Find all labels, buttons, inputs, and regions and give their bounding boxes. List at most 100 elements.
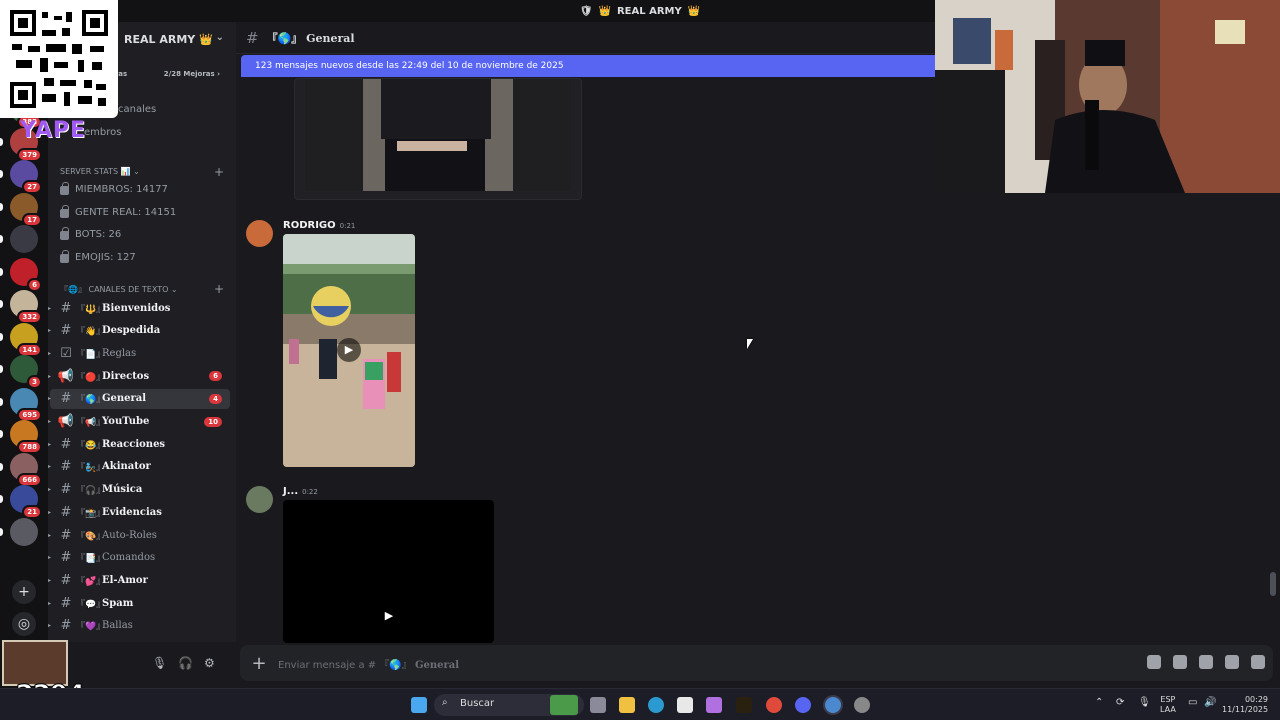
channel-item[interactable]: ▸ # 『🔱』 Bienvenidos [48, 298, 230, 318]
category-text-channels[interactable]: 『🌐』 CANALES DE TEXTO ⌄ + [60, 282, 224, 296]
server-icon[interactable]: 666 [0, 452, 42, 487]
channel-type-icon: # [60, 482, 72, 498]
play-icon[interactable]: ▶ [337, 338, 361, 362]
channel-item[interactable]: ▸ # 『😂』 Reacciones [48, 434, 230, 454]
avatar[interactable] [246, 486, 273, 513]
message-input[interactable]: Enviar mensaje a # 『🌎』 General [278, 656, 459, 671]
server-icon[interactable] [0, 517, 38, 546]
mic-tray-icon[interactable]: 🎙 [1138, 698, 1151, 708]
channel-prefix: 『💬』 [76, 599, 106, 610]
headphones-icon[interactable]: 🎧 [178, 656, 193, 670]
add-channel-icon[interactable]: + [214, 282, 224, 296]
previous-media-embed[interactable] [294, 78, 582, 200]
channel-name: Auto-Roles [102, 529, 157, 541]
discover-icon[interactable]: ◎ [12, 612, 36, 636]
server-icon[interactable]: 695 [0, 387, 42, 422]
server-icon[interactable]: 17 [0, 192, 42, 227]
avatar[interactable] [246, 220, 273, 247]
server-icon[interactable]: 788 [0, 420, 42, 454]
channel-prefix: 『📢』 [76, 418, 106, 428]
channel-item[interactable]: ▸ # 『💜』 Ballas [48, 616, 230, 636]
edge-icon[interactable] [648, 697, 664, 713]
channel-item[interactable]: ▸ # 『💬』 Spam [48, 593, 230, 613]
members-link[interactable]: embros [84, 127, 121, 138]
play-icon[interactable]: ▶ [377, 604, 401, 628]
message-composer[interactable]: + Enviar mensaje a # 『🌎』 General [240, 645, 1273, 681]
channel-item[interactable]: ▸ ☑ 『📄』 Reglas [48, 343, 230, 363]
mention-badge: 6 [27, 277, 42, 292]
emoji-icon[interactable] [1225, 655, 1239, 669]
channel-title: 『🌎』 General [266, 31, 355, 45]
stat-channel[interactable]: BOTS: 26 [60, 227, 121, 241]
channel-item[interactable]: ▸ # 『🧞』 Akinator [48, 457, 230, 477]
video-attachment[interactable]: ▶ [283, 500, 494, 643]
microphone-icon[interactable]: 🎙 [152, 656, 167, 670]
channel-item[interactable]: ▸ 📢 『📢』 YouTube 10 [48, 412, 230, 432]
channel-item[interactable]: ▸ # 『👋』 Despedida [48, 321, 230, 341]
add-attachment-icon[interactable]: + [240, 653, 278, 674]
channel-item[interactable]: ▸ # 『📸』 Evidencias [48, 502, 230, 522]
category-server-stats[interactable]: SERVER STATS 📊 ⌄ + [60, 165, 224, 179]
unread-indicator [0, 527, 3, 536]
volume-icon[interactable]: 🔊 [1204, 698, 1216, 708]
channel-prefix: 『🧞』 [76, 463, 106, 474]
copilot-icon[interactable] [706, 697, 722, 713]
add-server-icon[interactable]: + [12, 580, 36, 604]
add-channel-icon[interactable]: + [214, 165, 224, 179]
network-icon[interactable]: ▭ [1188, 698, 1197, 708]
gift-icon[interactable] [1147, 655, 1161, 669]
channel-prefix: 『💜』 [76, 622, 106, 633]
stat-label: GENTE REAL: 14151 [75, 206, 177, 218]
channel-item[interactable]: ▸ # 『🌎』 General 4 [48, 388, 230, 409]
chrome-profile-icon[interactable] [825, 697, 841, 713]
server-icon[interactable]: 141 [0, 322, 42, 357]
message-author[interactable]: J... [283, 486, 298, 497]
video-attachment[interactable]: ▶ [283, 234, 415, 467]
stat-channel[interactable]: GENTE REAL: 14151 [60, 204, 177, 218]
game-icon[interactable] [736, 697, 752, 713]
tray-chevron-icon[interactable]: ⌃ [1095, 698, 1103, 708]
channel-item[interactable]: ▸ # 『🎧』 Música [48, 480, 230, 500]
server-icon[interactable]: 21 [0, 485, 42, 519]
chrome-icon[interactable] [766, 697, 782, 713]
sticker-icon[interactable] [1199, 655, 1213, 669]
gif-icon[interactable] [1173, 655, 1187, 669]
server-icon[interactable]: 332 [0, 290, 42, 324]
window-title: REAL ARMY [616, 5, 682, 17]
new-messages-bar[interactable]: 123 mensajes nuevos desde las 22:49 del … [241, 55, 941, 77]
message-author[interactable]: RODRIGO [283, 220, 336, 231]
channel-item[interactable]: ▸ # 『🎨』 Auto-Roles [48, 525, 230, 545]
stat-channel[interactable]: EMOJIS: 127 [60, 250, 136, 264]
channel-item[interactable]: ▸ # 『💕』 El-Amor [48, 570, 230, 590]
obs-icon[interactable] [854, 697, 870, 713]
task-view-icon[interactable] [590, 697, 606, 713]
clock[interactable]: 00:29 11/11/2025 [1222, 695, 1268, 715]
channel-name: Reacciones [102, 438, 166, 450]
chevron-down-icon[interactable]: ⌄ [216, 32, 224, 43]
widget-icon[interactable] [550, 695, 578, 715]
apps-icon[interactable] [1251, 655, 1265, 669]
server-icon[interactable]: 6 [0, 257, 42, 292]
stat-channel[interactable]: MIEMBROS: 14177 [60, 182, 168, 195]
discord-icon[interactable] [795, 697, 811, 713]
channel-name: Evidencias [102, 506, 162, 518]
media-thumbnail[interactable] [305, 79, 571, 191]
unread-indicator [0, 137, 3, 146]
channel-item[interactable]: ▸ # 『📑』 Comandos [48, 548, 230, 568]
sync-icon[interactable]: ⟳ [1116, 698, 1124, 708]
store-icon[interactable] [677, 697, 693, 713]
channel-item[interactable]: ▸ 📢 『🔴』 Directos 6 [48, 366, 230, 386]
gear-icon[interactable]: ⚙ [204, 656, 215, 670]
windows-start-icon[interactable] [411, 697, 427, 713]
language-indicator[interactable]: ESP LAA [1160, 695, 1176, 715]
scrollbar[interactable] [1270, 572, 1276, 596]
mention-badge: 788 [17, 440, 42, 454]
unread-indicator [0, 365, 3, 373]
channel-type-icon: # [60, 323, 72, 339]
file-explorer-icon[interactable] [619, 697, 635, 713]
boost-progress[interactable]: 2/28 Mejoras › [164, 70, 220, 78]
server-icon[interactable] [0, 225, 38, 253]
server-icon[interactable]: 3 [0, 355, 42, 389]
server-icon[interactable]: 27 [0, 160, 42, 194]
browse-channels-link[interactable]: canales [118, 104, 156, 115]
